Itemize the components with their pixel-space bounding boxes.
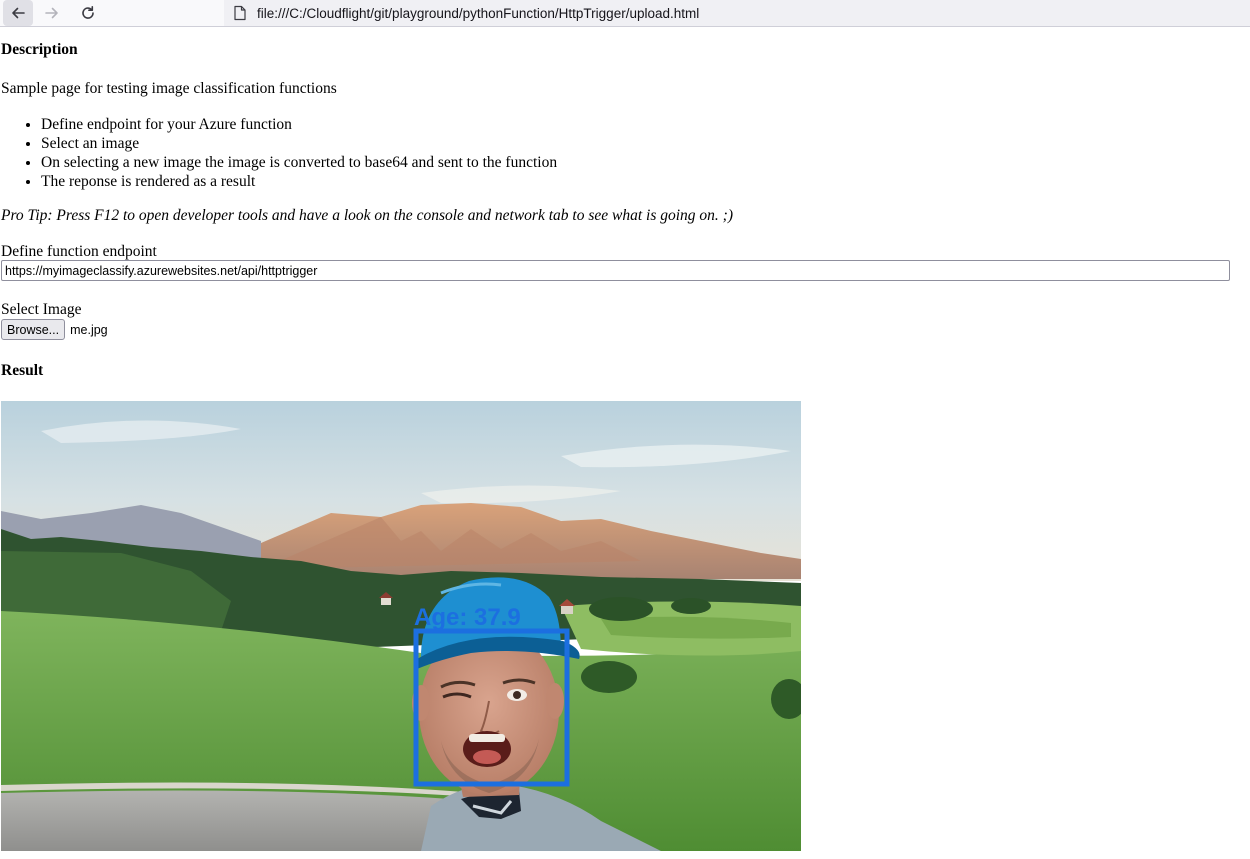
age-label: Age: 37.9: [414, 604, 521, 631]
description-heading: Description: [1, 41, 78, 58]
list-item: Define endpoint for your Azure function: [41, 115, 557, 134]
browse-button[interactable]: Browse...: [1, 319, 66, 340]
steps-list: Define endpoint for your Azure function …: [1, 115, 557, 191]
arrow-right-icon: [45, 7, 58, 19]
list-item: The reponse is rendered as a result: [41, 172, 557, 191]
back-button[interactable]: [3, 0, 33, 26]
endpoint-label: Define function endpoint: [1, 243, 157, 260]
file-input[interactable]: Browse... me.jpg: [1, 319, 108, 340]
select-image-label: Select Image: [1, 301, 82, 318]
list-item: Select an image: [41, 134, 557, 153]
list-item: On selecting a new image the image is co…: [41, 153, 557, 172]
address-bar[interactable]: file:///C:/Cloudflight/git/playground/py…: [224, 0, 1250, 26]
selected-file-name: me.jpg: [70, 322, 108, 337]
pro-tip: Pro Tip: Press F12 to open developer too…: [1, 207, 733, 224]
reload-icon: [82, 6, 94, 19]
arrow-left-icon: [12, 7, 25, 19]
endpoint-input[interactable]: [1, 260, 1230, 281]
intro-text: Sample page for testing image classifica…: [1, 80, 337, 97]
result-heading: Result: [1, 362, 44, 379]
result-image: Age: 37.9: [1, 401, 801, 851]
page-icon: [233, 5, 247, 21]
reload-button[interactable]: [73, 0, 103, 26]
forward-button[interactable]: [37, 0, 67, 26]
url-text[interactable]: file:///C:/Cloudflight/git/playground/py…: [257, 6, 699, 21]
browser-toolbar: file:///C:/Cloudflight/git/playground/py…: [0, 0, 1250, 27]
